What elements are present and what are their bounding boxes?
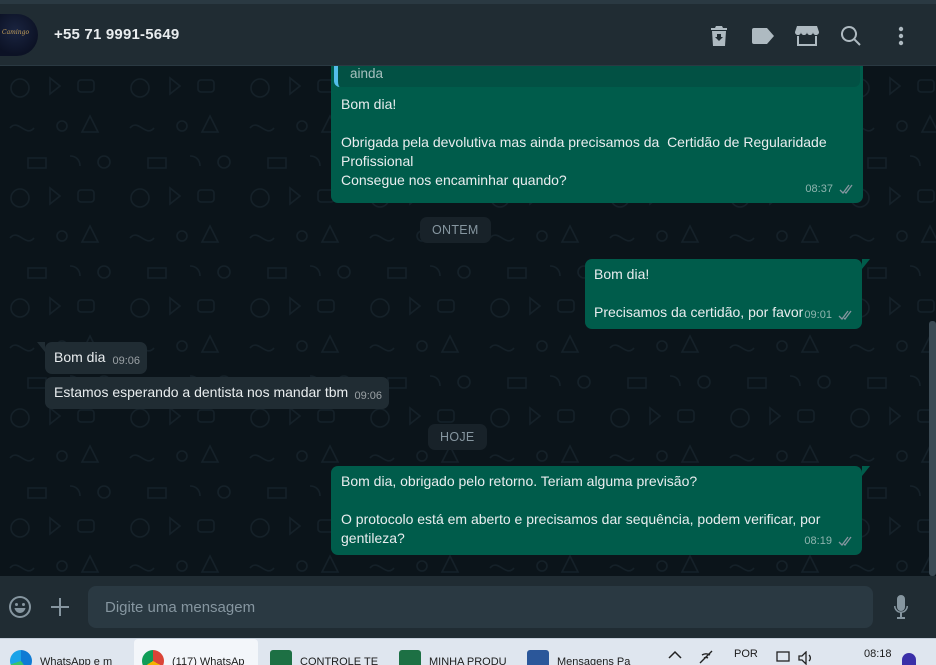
chevron-up-icon[interactable] <box>668 649 682 665</box>
emoji-icon[interactable] <box>7 594 33 620</box>
excel-icon <box>399 650 421 665</box>
edge-icon <box>10 650 32 665</box>
network-icon[interactable] <box>698 649 714 665</box>
microphone-icon[interactable] <box>888 594 914 620</box>
chat-scrollbar[interactable] <box>929 321 936 576</box>
volume-icon[interactable] <box>798 650 814 665</box>
quoted-text: ainda <box>350 66 384 81</box>
message-bubble[interactable]: Bom dia, obrigado pelo retorno. Teriam a… <box>331 466 870 555</box>
message-list[interactable]: ainda Bom dia! Obrigada pela devolutiva … <box>0 66 936 576</box>
contact-name[interactable]: +55 71 9991-5649 <box>54 26 179 43</box>
store-icon[interactable] <box>795 24 819 48</box>
message-bubble[interactable]: Bom dia! Precisamos da certidão, por fav… <box>585 259 870 329</box>
avatar-logo: Camingo <box>2 29 30 36</box>
message-bubble[interactable]: Estamos esperando a dentista nos mandar … <box>45 377 389 409</box>
avatar[interactable]: Camingo <box>0 14 38 56</box>
taskbar-item-excel-1[interactable]: CONTROLE TE <box>270 639 390 665</box>
label-icon[interactable] <box>751 24 775 48</box>
word-icon <box>527 650 549 665</box>
clock[interactable]: 08:18 <box>864 648 892 665</box>
whatsapp-window: Camingo +55 71 9991-5649 ainda Bom dia! … <box>0 0 936 665</box>
message-text: Bom dia <box>54 349 106 365</box>
message-time: 09:06 <box>112 355 140 367</box>
taskbar-item-edge[interactable]: WhatsApp e m <box>10 639 132 665</box>
taskbar-item-excel-2[interactable]: MINHA PRODU <box>399 639 519 665</box>
copilot-icon[interactable] <box>902 653 916 665</box>
message-input[interactable] <box>88 586 873 628</box>
read-ticks-icon <box>838 310 852 320</box>
language-indicator[interactable]: POR <box>734 648 758 665</box>
message-time: 08:19 <box>804 532 854 551</box>
message-text: Bom dia! Obrigada pela devolutiva mas ai… <box>341 96 827 188</box>
message-text: Estamos esperando a dentista nos mandar … <box>54 384 349 400</box>
taskbar-label: Mensagens Pa <box>557 656 631 665</box>
chrome-icon <box>142 650 164 665</box>
bubble-tail <box>37 342 45 352</box>
taskbar-label: CONTROLE TE <box>300 656 379 665</box>
display-icon[interactable] <box>776 651 790 665</box>
attach-plus-icon[interactable] <box>47 594 73 620</box>
menu-icon[interactable] <box>889 24 913 48</box>
os-taskbar: WhatsApp e m (117) WhatsAp CONTROLE TE M… <box>0 638 936 665</box>
bubble-tail <box>862 259 870 269</box>
search-icon[interactable] <box>839 24 863 48</box>
message-time: 09:06 <box>354 390 382 402</box>
composer-bar <box>0 576 936 638</box>
chat-header: Camingo +55 71 9991-5649 <box>0 0 936 66</box>
taskbar-label: MINHA PRODU <box>429 656 507 665</box>
date-separator: HOJE <box>428 424 487 450</box>
taskbar-label: WhatsApp e m <box>40 656 113 665</box>
date-separator: ONTEM <box>420 217 491 243</box>
taskbar-item-word[interactable]: Mensagens Pa <box>527 639 649 665</box>
message-bubble[interactable]: ainda Bom dia! Obrigada pela devolutiva … <box>331 66 863 203</box>
bubble-tail <box>862 466 870 476</box>
message-bubble[interactable]: Bom dia 09:06 <box>37 342 147 374</box>
excel-icon <box>270 650 292 665</box>
read-ticks-icon <box>838 536 852 546</box>
delete-icon[interactable] <box>707 24 731 48</box>
message-time: 08:37 <box>805 180 855 199</box>
read-ticks-icon <box>839 184 853 194</box>
quoted-message[interactable]: ainda <box>334 66 860 87</box>
message-text: Bom dia, obrigado pelo retorno. Teriam a… <box>341 473 821 546</box>
message-text: Bom dia! Precisamos da certidão, por fav… <box>594 266 804 320</box>
message-time: 09:01 <box>804 306 854 325</box>
taskbar-label: (117) WhatsAp <box>172 656 245 665</box>
taskbar-item-chrome[interactable]: (117) WhatsAp <box>134 639 258 665</box>
